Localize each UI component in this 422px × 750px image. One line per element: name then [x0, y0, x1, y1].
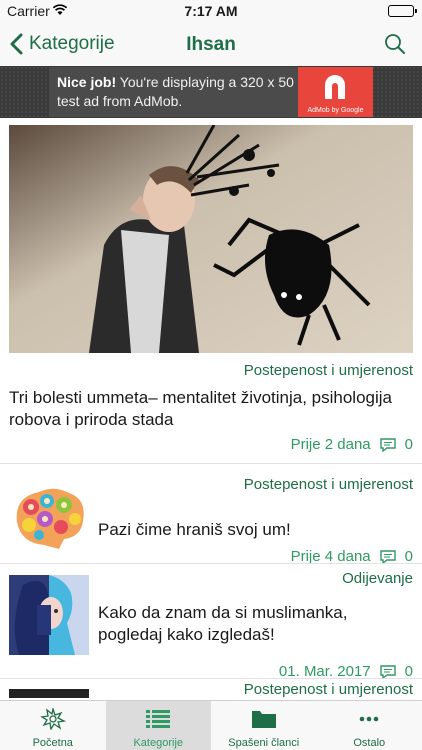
tab-label: Spašeni članci: [228, 737, 300, 749]
more-icon: [359, 716, 379, 722]
comment-count: 0: [404, 436, 413, 453]
article-thumbnail[interactable]: [9, 689, 89, 698]
chevron-left-icon: [10, 33, 23, 55]
home-ornament-icon: [39, 708, 66, 730]
tab-label: Ostalo: [353, 737, 386, 749]
article-category[interactable]: Odijevanje: [342, 570, 413, 587]
divider: [0, 463, 422, 464]
admob-caption: AdMob by Google: [307, 107, 364, 114]
article-category[interactable]: Postepenost i umjerenost: [244, 681, 413, 698]
back-button-label: Kategorije: [29, 33, 115, 54]
list-icon: [146, 710, 171, 728]
ad-banner-area: Nice job! You're displaying a 320 x 50 t…: [0, 66, 422, 118]
article-category[interactable]: Postepenost i umjerenost: [244, 362, 413, 379]
navigation-bar: Kategorije Ihsan: [0, 22, 422, 66]
tab-label: Kategorije: [133, 737, 184, 749]
article-category[interactable]: Postepenost i umjerenost: [244, 476, 413, 493]
status-bar: Carrier 7:17 AM: [0, 0, 422, 22]
ad-headline: Nice job!: [57, 74, 117, 90]
article-title[interactable]: Kako da znam da si muslimanka, pogledaj …: [98, 602, 413, 646]
comment-icon: [379, 664, 396, 679]
clock: 7:17 AM: [184, 3, 238, 19]
folder-icon: [251, 711, 276, 728]
article-date: Prije 2 dana: [290, 436, 371, 453]
divider: [0, 678, 422, 679]
battery-icon: [388, 5, 417, 17]
back-button[interactable]: Kategorije: [10, 30, 115, 58]
comment-icon: [379, 549, 396, 564]
ad-text: Nice job! You're displaying a 320 x 50 t…: [57, 73, 307, 111]
ad-banner[interactable]: Nice job! You're displaying a 320 x 50 t…: [49, 67, 373, 117]
article-feed[interactable]: Postepenost i umjerenost Tri bolesti umm…: [0, 118, 422, 698]
tab-ostalo[interactable]: Ostalo: [317, 701, 422, 750]
article-thumbnail[interactable]: [9, 477, 89, 557]
admob-logo: AdMob by Google: [298, 67, 373, 117]
tab-spaseni-clanci[interactable]: Spašeni članci: [211, 701, 317, 750]
article-thumbnail[interactable]: [9, 575, 89, 655]
tab-pocetna[interactable]: Početna: [0, 701, 106, 750]
article-title[interactable]: Tri bolesti ummeta– mentalitet životinja…: [9, 387, 413, 431]
article-title[interactable]: Pazi čime hraniš svoj um!: [98, 519, 413, 541]
article-meta: Prije 2 dana 0: [291, 436, 413, 453]
search-icon[interactable]: [384, 33, 406, 55]
tab-bar: Početna Kategorije Spašeni članci Ostalo: [0, 700, 422, 750]
comment-icon: [379, 437, 396, 452]
tab-label: Početna: [32, 737, 73, 749]
tab-kategorije[interactable]: Kategorije: [105, 701, 211, 750]
article-hero-image[interactable]: [9, 125, 413, 353]
divider: [0, 563, 422, 564]
